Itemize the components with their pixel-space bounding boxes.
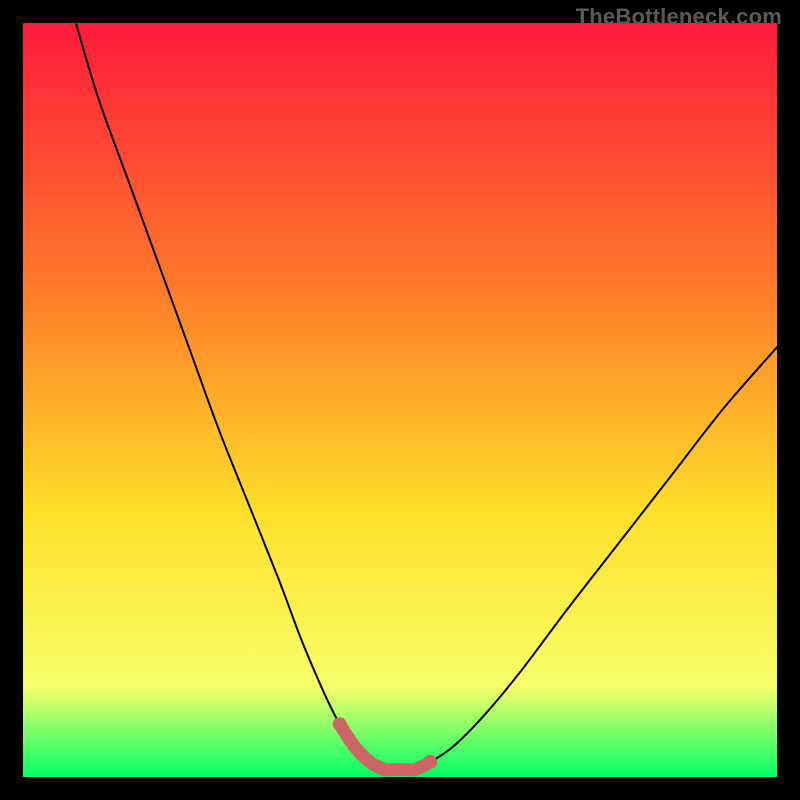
gradient-background xyxy=(23,23,777,777)
chart-frame: TheBottleneck.com xyxy=(0,0,800,800)
highlight-endpoint-left xyxy=(333,717,347,731)
watermark-text: TheBottleneck.com xyxy=(576,4,782,30)
chart-svg xyxy=(23,23,777,777)
highlight-endpoint-right xyxy=(423,755,437,769)
plot-area xyxy=(23,23,777,777)
